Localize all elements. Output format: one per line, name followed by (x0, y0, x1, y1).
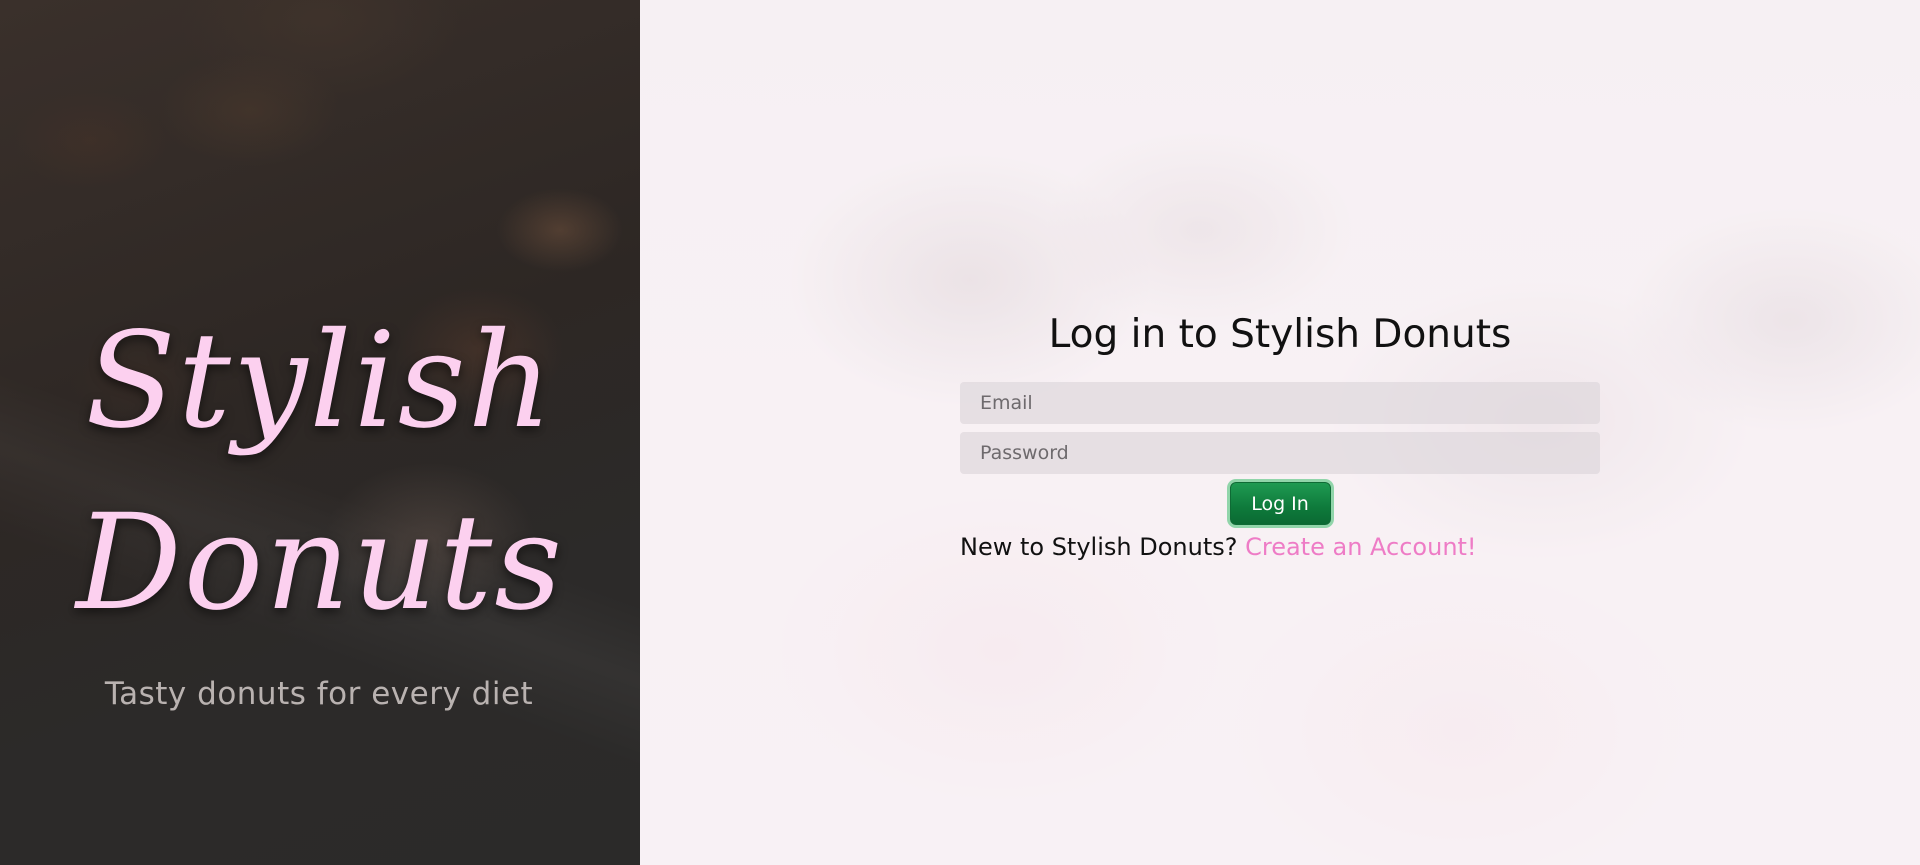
login-heading: Log in to Stylish Donuts (1048, 312, 1512, 357)
brand-title: Stylish Donuts (0, 290, 640, 654)
email-field[interactable] (960, 382, 1600, 424)
signup-line: New to Stylish Donuts? Create an Account… (960, 533, 1600, 561)
hero-panel: Stylish Donuts Tasty donuts for every di… (0, 0, 640, 865)
brand-title-line-1: Stylish (85, 304, 555, 458)
login-form: Log in to Stylish Donuts Log In New to S… (960, 305, 1600, 561)
page: Stylish Donuts Tasty donuts for every di… (0, 0, 1920, 865)
brand-title-line-2: Donuts (75, 486, 565, 640)
password-field[interactable] (960, 432, 1600, 474)
tagline: Tasty donuts for every diet (104, 676, 534, 712)
create-account-link[interactable]: Create an Account! (1245, 533, 1476, 561)
signup-prompt: New to Stylish Donuts? (960, 533, 1238, 561)
hero-content: Stylish Donuts Tasty donuts for every di… (0, 290, 640, 712)
submit-row: Log In (960, 482, 1600, 525)
login-panel: Log in to Stylish Donuts Log In New to S… (640, 0, 1920, 865)
log-in-button[interactable]: Log In (1229, 482, 1331, 525)
